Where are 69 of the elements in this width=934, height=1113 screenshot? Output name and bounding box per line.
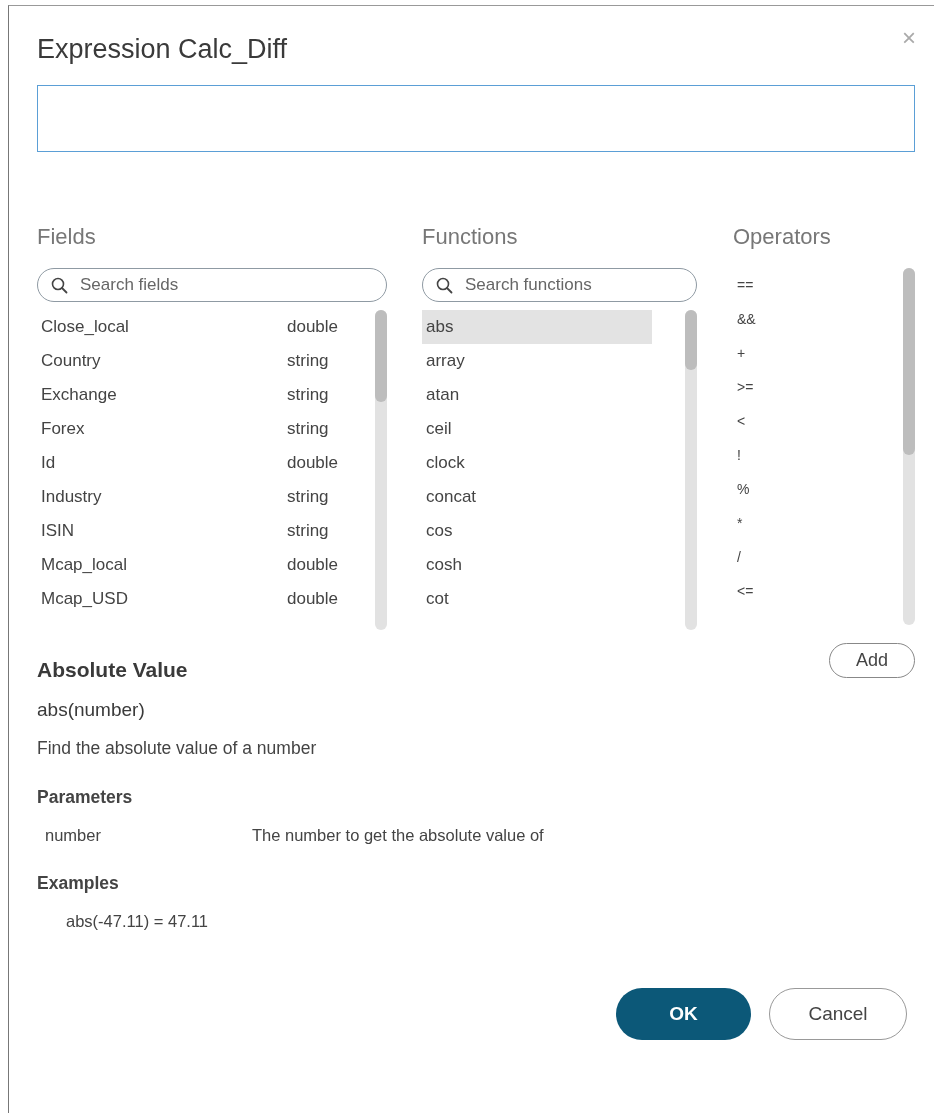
field-type: double (287, 555, 340, 575)
example-text: abs(-47.11) = 47.11 (65, 912, 210, 931)
function-item[interactable]: clock (422, 446, 652, 480)
section-heading: Fields (37, 224, 97, 251)
field-type: string (287, 385, 330, 405)
function-item[interactable]: array (422, 344, 652, 378)
operator-item[interactable]: && (733, 302, 903, 336)
field-name: Country (41, 351, 101, 371)
field-type: string (287, 521, 330, 541)
field-row[interactable]: Id double (37, 446, 375, 480)
field-name: Industry (41, 487, 102, 507)
field-row[interactable]: ISIN string (37, 514, 375, 548)
scrollbar[interactable] (685, 310, 697, 630)
scrollbar[interactable] (375, 310, 387, 630)
parameter-description: The number to get the absolute value of (252, 826, 544, 845)
function-item[interactable]: ceil (422, 412, 652, 446)
function-signature: abs(number) (37, 699, 146, 721)
function-item[interactable]: cosh (422, 548, 652, 582)
function-item[interactable]: atan (422, 378, 652, 412)
function-title: Absolute Value (37, 658, 188, 682)
field-row[interactable]: Close_local double (37, 310, 375, 344)
field-type: string (287, 419, 330, 439)
field-type: double (287, 317, 340, 337)
operator-item[interactable]: + (733, 336, 903, 370)
parameter-name: number (45, 826, 102, 845)
operator-item[interactable]: % (733, 472, 903, 506)
field-name: Forex (41, 419, 85, 439)
function-item[interactable]: abs (422, 310, 652, 344)
search-icon (436, 277, 453, 294)
field-name: ISIN (41, 521, 75, 541)
field-type: string (287, 487, 330, 507)
field-name: Mcap_local (41, 555, 127, 575)
function-item[interactable]: cos (422, 514, 652, 548)
field-row[interactable]: Forex string (37, 412, 375, 446)
function-description: Find the absolute value of a number (37, 738, 318, 759)
operator-item[interactable]: <= (733, 574, 903, 608)
cancel-button[interactable]: Cancel (769, 988, 907, 1040)
operator-item[interactable]: ! (733, 438, 903, 472)
search-icon (51, 277, 68, 294)
operator-item[interactable]: == (733, 268, 903, 302)
field-name: Mcap_USD (41, 589, 128, 609)
add-button[interactable]: Add (829, 643, 915, 678)
function-item[interactable]: concat (422, 480, 652, 514)
scrollbar[interactable] (903, 268, 915, 625)
ok-button[interactable]: OK (616, 988, 751, 1040)
section-heading: Operators (733, 224, 832, 251)
function-item[interactable]: cot (422, 582, 652, 616)
field-type: double (287, 453, 340, 473)
field-type: string (287, 351, 330, 371)
expression-field[interactable] (37, 85, 915, 152)
parameters-heading: Parameters (37, 787, 134, 808)
search-field[interactable]: Search functions (422, 268, 697, 302)
dialog-title: Expression Calc_Diff (37, 34, 289, 65)
field-row[interactable]: Mcap_USD double (37, 582, 375, 616)
operator-item[interactable]: / (733, 540, 903, 574)
field-row[interactable]: Industry string (37, 480, 375, 514)
field-name: Id (41, 453, 56, 473)
examples-heading: Examples (37, 873, 120, 894)
search-field[interactable]: Search fields (37, 268, 387, 302)
operator-item[interactable]: >= (733, 370, 903, 404)
field-row[interactable]: Mcap_local double (37, 548, 375, 582)
field-name: Exchange (41, 385, 117, 405)
field-name: Close_local (41, 317, 129, 337)
section-heading: Functions (422, 224, 519, 251)
operator-item[interactable]: * (733, 506, 903, 540)
field-row[interactable]: Exchange string (37, 378, 375, 412)
operator-item[interactable]: < (733, 404, 903, 438)
field-row[interactable]: Country string (37, 344, 375, 378)
field-type: double (287, 589, 340, 609)
